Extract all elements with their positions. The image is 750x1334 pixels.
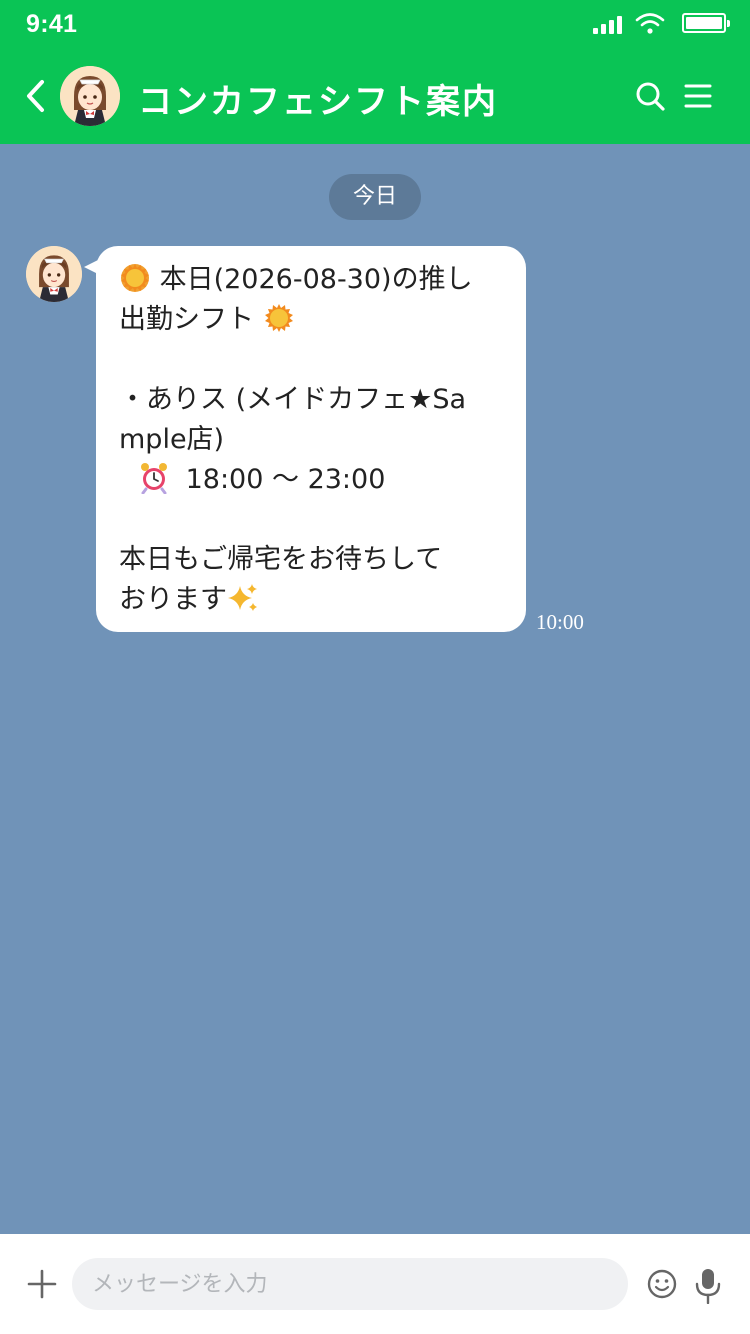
- message-text: おります: [119, 584, 227, 615]
- message-text: 出勤シフト: [119, 304, 254, 335]
- wifi-icon: [635, 13, 665, 34]
- sun-icon: [121, 264, 149, 292]
- sun-icon: [264, 304, 293, 332]
- status-time: 9:41: [26, 10, 78, 38]
- emoji-icon[interactable]: [646, 1268, 678, 1300]
- message-line-4: mple店): [119, 424, 225, 455]
- message-line-5: 18:00 〜 23:00: [119, 460, 506, 500]
- message-line-2: 出勤シフト: [119, 300, 506, 340]
- menu-icon[interactable]: [684, 82, 712, 110]
- maid-avatar-icon: [60, 66, 120, 126]
- message-timestamp: 10:00: [536, 610, 584, 634]
- chat-title: コンカフェシフト案内: [138, 82, 498, 122]
- chat-header: 9:41 コンカフェシフト案内: [0, 0, 750, 144]
- message-line-6: 本日もご帰宅をお待ちして: [119, 544, 443, 575]
- date-separator: 今日: [329, 174, 421, 220]
- message-line-7: おります: [119, 580, 506, 620]
- battery-icon: [682, 13, 730, 33]
- sparkles-icon: [228, 584, 257, 611]
- message-line-3: ・ありス (メイドカフェ★Sa: [119, 384, 467, 415]
- header-avatar[interactable]: [60, 66, 120, 126]
- alarm-clock-icon: [141, 463, 167, 494]
- message-input[interactable]: [72, 1258, 628, 1310]
- message-bubble[interactable]: 本日(2026-08-30)の推し 出勤シフト ・ありス (メイドカフェ★Sa …: [84, 246, 526, 632]
- mic-icon[interactable]: [694, 1268, 722, 1304]
- message-line-1: 本日(2026-08-30)の推し: [119, 260, 506, 300]
- search-icon[interactable]: [634, 80, 666, 112]
- sender-avatar[interactable]: [26, 246, 82, 302]
- plus-icon[interactable]: [26, 1268, 58, 1300]
- input-bar: [0, 1234, 750, 1334]
- maid-avatar-icon: [26, 246, 82, 302]
- signal-icon: [593, 14, 625, 34]
- message-text: 本日(2026-08-30)の推し: [159, 264, 473, 295]
- back-icon[interactable]: [22, 78, 50, 114]
- message-text: 18:00 〜 23:00: [185, 464, 386, 495]
